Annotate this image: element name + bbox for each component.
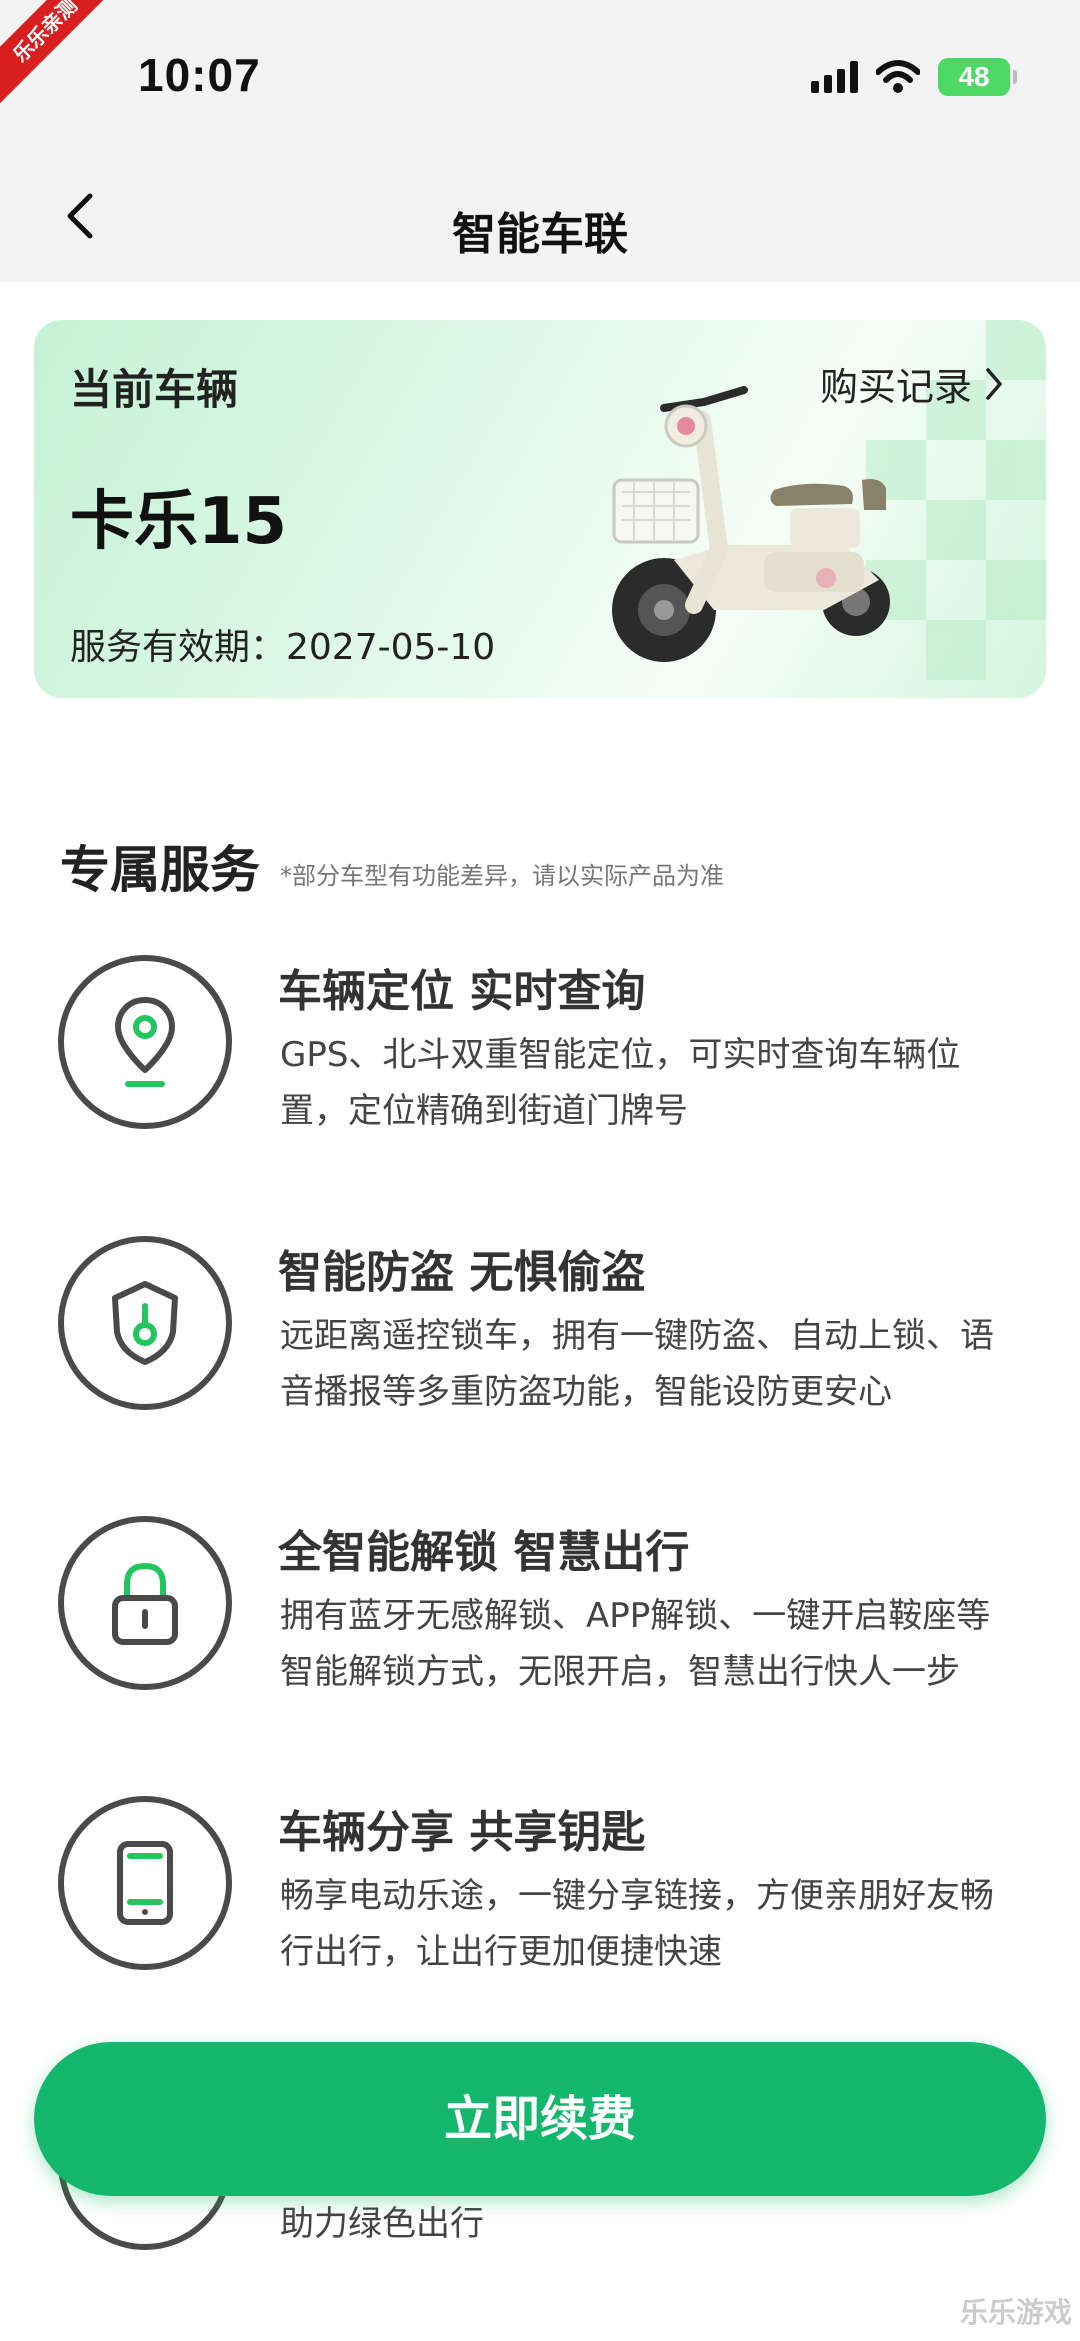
service-validity: 服务有效期：2027-05-10: [70, 627, 496, 668]
phone-icon: [117, 1841, 173, 1925]
service-title: 智能防盗 无惧偷盗: [278, 1247, 646, 1298]
shield-icon: [112, 1281, 178, 1365]
service-icon-circle: [58, 955, 232, 1129]
service-desc: 拥有蓝牙无感解锁、APP解锁、一键开启鞍座等智能解锁方式，无限开启，智慧出行快人…: [280, 1596, 991, 1692]
location-pin-icon: [115, 997, 175, 1087]
service-desc: 远距离遥控锁车，拥有一键防盗、自动上锁、语音播报等多重防盗功能，智能设防更安心: [280, 1316, 994, 1412]
wifi-icon: [876, 60, 920, 93]
nav-bar: 智能车联: [0, 150, 1080, 282]
battery-indicator: 48: [938, 58, 1017, 96]
service-title: 车辆定位 实时查询: [278, 966, 646, 1017]
vehicle-model: 卡乐15: [70, 485, 288, 559]
watermark: 乐乐游戏: [959, 2296, 1072, 2329]
service-desc: GPS、北斗双重智能定位，可实时查询车辆位置，定位精确到街道门牌号: [280, 1035, 961, 1131]
chevron-right-icon: [986, 367, 1002, 400]
service-icon-circle: [58, 1516, 232, 1690]
signal-icon: [811, 61, 858, 93]
status-icons: 48: [811, 58, 1017, 96]
service-desc: 畅享电动乐途，一键分享链接，方便亲朋好友畅行出行，让出行更加便捷快速: [280, 1876, 994, 1972]
corner-ribbon: 乐乐亲测: [0, 0, 120, 105]
section-note: *部分车型有功能差异，请以实际产品为准: [280, 862, 724, 890]
screen: 乐乐亲测 10:07 48 智能车联 当前车辆 购买记录 卡乐15 服务有效期：…: [0, 0, 1080, 2341]
service-icon-circle: [58, 1796, 232, 1970]
service-title: 车辆分享 共享钥匙: [278, 1807, 646, 1858]
vehicle-label: 当前车辆: [70, 365, 239, 414]
section-title: 专属服务: [60, 841, 260, 899]
scooter-image: [612, 386, 890, 662]
service-icon-circle: [58, 1236, 232, 1410]
renew-button[interactable]: 立即续费: [34, 2042, 1046, 2196]
vehicle-card: 当前车辆 购买记录 卡乐15 服务有效期：2027-05-10: [34, 320, 1046, 698]
service-title: 全智能解锁 智慧出行: [278, 1527, 690, 1578]
lock-icon: [112, 1562, 178, 1645]
service-item: 车辆分享 共享钥匙 畅享电动乐途，一键分享链接，方便亲朋好友畅行出行，让出行更加…: [0, 1796, 1080, 1996]
service-item: 车辆定位 实时查询 GPS、北斗双重智能定位，可实时查询车辆位置，定位精确到街道…: [0, 955, 1080, 1155]
service-desc: 助力绿色出行: [280, 2204, 484, 2244]
service-item: 全智能解锁 智慧出行 拥有蓝牙无感解锁、APP解锁、一键开启鞍座等智能解锁方式，…: [0, 1516, 1080, 1776]
service-item: 智能防盗 无惧偷盗 远距离遥控锁车，拥有一键防盗、自动上锁、语音播报等多重防盗功…: [0, 1236, 1080, 1436]
status-time: 10:07: [138, 49, 261, 101]
page-title: 智能车联: [452, 209, 628, 260]
status-bar: 乐乐亲测 10:07 48: [0, 0, 1080, 150]
